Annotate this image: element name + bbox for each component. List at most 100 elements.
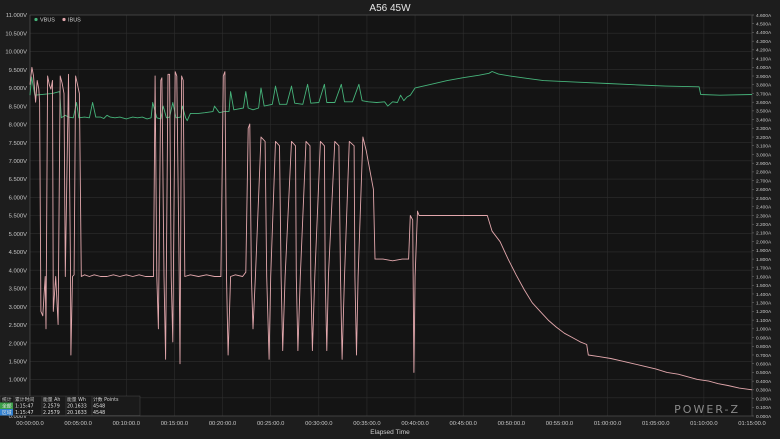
right-tick-label: 1.400A	[756, 292, 772, 298]
right-tick-label: 0.500A	[756, 370, 772, 376]
left-tick-label: 7.500V	[9, 141, 28, 147]
right-tick-label: 3.400A	[756, 117, 772, 123]
right-tick-label: 3.500A	[756, 109, 772, 115]
left-tick-label: 6.000V	[9, 195, 28, 201]
left-tick-label: 1.500V	[9, 360, 28, 366]
x-tick-label: 01:15:00.0	[738, 421, 765, 427]
right-tick-label: 1.500A	[756, 283, 772, 289]
left-tick-label: 5.000V	[9, 232, 28, 238]
right-tick-label: 2.900A	[756, 161, 772, 167]
x-tick-label: 01:00:00.0	[594, 421, 621, 427]
x-tick-label: 00:40:00.0	[401, 421, 428, 427]
x-tick-label: 00:05:00.0	[64, 421, 91, 427]
right-tick-label: 2.500A	[756, 196, 772, 202]
x-tick-label: 00:55:00.0	[546, 421, 573, 427]
x-tick-label: 00:35:00.0	[353, 421, 380, 427]
stats-cell: 20.1633	[67, 410, 87, 416]
chart-title: A56 45W	[369, 3, 411, 14]
legend-label: VBUS	[40, 18, 55, 24]
stats-table: 统计 累计时间 能量 Ah 能量 Wh 计数 Points 全部 1:15:47 2.2579…	[0, 395, 141, 416]
left-tick-label: 1.000V	[9, 378, 28, 384]
x-tick-label: 01:10:00.0	[690, 421, 717, 427]
stats-cell: 2.2579	[43, 410, 60, 416]
right-tick-label: 0.300A	[756, 388, 772, 394]
right-tick-label: 2.400A	[756, 205, 772, 211]
left-tick-label: 4.500V	[9, 250, 28, 256]
right-tick-label: 4.200A	[756, 48, 772, 54]
right-tick-label: 2.100A	[756, 231, 772, 237]
right-tick-label: 3.700A	[756, 91, 772, 97]
stats-cell: 2.2579	[43, 404, 60, 410]
right-tick-label: 2.000A	[756, 239, 772, 245]
right-tick-label: 0.200A	[756, 396, 772, 402]
left-tick-label: 3.500V	[9, 287, 28, 293]
right-tick-label: 2.200A	[756, 222, 772, 228]
x-tick-label: 00:45:00.0	[449, 421, 476, 427]
right-tick-label: 3.300A	[756, 126, 772, 132]
right-tick-label: 1.100A	[756, 318, 772, 324]
x-tick-label: 01:05:00.0	[642, 421, 669, 427]
stats-header: 累计时间	[15, 396, 34, 403]
stats-cell: 20.1633	[67, 404, 87, 410]
stats-cell: 区域	[2, 409, 12, 416]
left-tick-label: 9.000V	[9, 86, 28, 92]
left-tick-label: 4.000V	[9, 268, 28, 274]
right-tick-label: 0.100A	[756, 405, 772, 411]
legend-swatch	[62, 17, 66, 22]
x-tick-label: 00:15:00.0	[161, 421, 188, 427]
x-tick-label: 00:25:00.0	[257, 421, 284, 427]
chart-root: 0.000V0.500V1.000V1.500V2.000V2.500V3.00…	[0, 0, 780, 439]
right-tick-label: 4.100A	[756, 56, 772, 62]
chart-svg: 0.000V0.500V1.000V1.500V2.000V2.500V3.00…	[0, 0, 780, 439]
stats-header: 能量 Wh	[67, 396, 86, 403]
x-tick-label: 00:30:00.0	[305, 421, 332, 427]
left-tick-label: 3.000V	[9, 305, 28, 311]
left-tick-label: 5.500V	[9, 214, 28, 220]
left-tick-label: 2.500V	[9, 323, 28, 329]
stats-cell: 全部	[2, 403, 12, 410]
legend-label: IBUS	[68, 18, 81, 24]
stats-header: 能量 Ah	[43, 396, 60, 403]
brand-logo: POWER-Z	[674, 403, 740, 416]
right-tick-label: 2.800A	[756, 170, 772, 176]
right-tick-label: 2.700A	[756, 178, 772, 184]
left-tick-label: 8.000V	[9, 123, 28, 129]
right-tick-label: 2.600A	[756, 187, 772, 193]
right-tick-label: 1.000A	[756, 327, 772, 333]
right-tick-label: 3.100A	[756, 144, 772, 150]
stats-header: 统计	[2, 396, 12, 403]
right-tick-label: 3.900A	[756, 74, 772, 80]
right-tick-label: 4.600A	[756, 13, 772, 19]
right-tick-label: 3.600A	[756, 100, 772, 106]
stats-cell: 4548	[93, 404, 105, 410]
left-tick-label: 2.000V	[9, 341, 28, 347]
right-tick-label: 3.200A	[756, 135, 772, 141]
x-tick-label: 00:00:00.0	[16, 421, 43, 427]
right-tick-label: 1.200A	[756, 309, 772, 315]
right-tick-label: 1.900A	[756, 248, 772, 254]
x-tick-label: 00:20:00.0	[209, 421, 236, 427]
right-tick-label: 3.800A	[756, 83, 772, 89]
left-tick-label: 8.500V	[9, 104, 28, 110]
right-tick-label: 3.000A	[756, 152, 772, 158]
left-tick-label: 10.500V	[5, 31, 27, 37]
right-tick-label: 0.000A	[756, 414, 772, 420]
right-tick-label: 2.300A	[756, 213, 772, 219]
left-tick-label: 7.000V	[9, 159, 28, 165]
stats-cell: 4548	[93, 410, 105, 416]
right-tick-label: 1.700A	[756, 266, 772, 272]
legend-swatch	[34, 17, 38, 22]
right-tick-label: 4.500A	[756, 22, 772, 28]
x-tick-label: 00:50:00.0	[498, 421, 525, 427]
right-tick-label: 1.600A	[756, 274, 772, 280]
stats-cell: 1:15:47	[15, 410, 34, 416]
right-tick-label: 4.000A	[756, 65, 772, 71]
right-tick-label: 0.600A	[756, 361, 772, 367]
right-tick-label: 1.300A	[756, 300, 772, 306]
x-tick-label: 00:10:00.0	[113, 421, 140, 427]
right-tick-label: 0.700A	[756, 353, 772, 359]
right-tick-label: 4.400A	[756, 30, 772, 36]
stats-cell: 1:15:47	[15, 404, 34, 410]
right-tick-label: 4.300A	[756, 39, 772, 45]
right-tick-label: 1.800A	[756, 257, 772, 263]
